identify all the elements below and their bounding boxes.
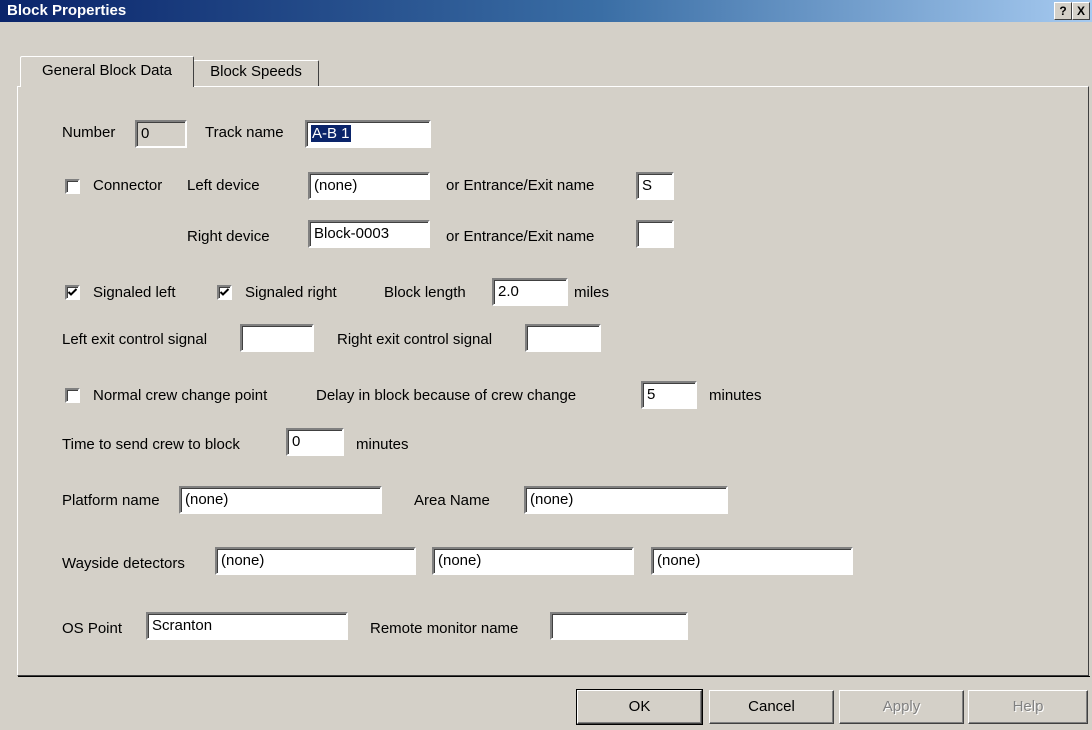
crew-delay-input[interactable]: 5	[641, 381, 697, 409]
number-field: 0	[135, 120, 187, 148]
close-icon[interactable]: X	[1072, 2, 1090, 20]
block-length-input[interactable]: 2.0	[492, 278, 568, 306]
window-title: Block Properties	[7, 2, 127, 19]
help-button-label: Help	[1012, 698, 1044, 715]
right-device-input[interactable]: Block-0003	[308, 220, 430, 248]
wayside-detectors-label: Wayside detectors	[62, 555, 185, 572]
left-exit-signal-input[interactable]	[240, 324, 314, 352]
track-name-input[interactable]: A-B 1	[305, 120, 431, 148]
ok-button[interactable]: OK	[576, 689, 703, 725]
remote-monitor-label: Remote monitor name	[370, 620, 519, 637]
remote-monitor-input[interactable]	[550, 612, 688, 640]
os-point-input[interactable]: Scranton	[146, 612, 348, 640]
checkmark-icon	[219, 288, 230, 296]
crew-delay-label: Delay in block because of crew change	[316, 387, 577, 404]
connector-checkbox[interactable]	[65, 179, 80, 194]
checkmark-icon	[67, 288, 78, 296]
help-icon[interactable]: ?	[1054, 2, 1072, 20]
track-name-label: Track name	[205, 124, 284, 141]
wayside-detector-3-input[interactable]: (none)	[651, 547, 853, 575]
title-bar[interactable]: Block Properties ? X	[0, 0, 1092, 22]
wayside-detector-2-input[interactable]: (none)	[432, 547, 634, 575]
send-crew-label: Time to send crew to block	[62, 436, 240, 453]
signaled-right-checkbox[interactable]	[217, 285, 232, 300]
signaled-right-label: Signaled right	[245, 284, 337, 301]
number-label: Number	[62, 124, 116, 141]
track-name-value: A-B 1	[311, 125, 351, 142]
panel-shadow	[18, 676, 1090, 677]
crew-change-label: Normal crew change point	[93, 387, 268, 404]
left-exit-signal-label: Left exit control signal	[62, 331, 208, 348]
left-entrance-label: or Entrance/Exit name	[446, 177, 595, 194]
right-exit-signal-label: Right exit control signal	[337, 331, 493, 348]
tab-panel	[17, 86, 1089, 676]
platform-name-label: Platform name	[62, 492, 160, 509]
tab-block-speeds[interactable]: Block Speeds	[193, 60, 319, 86]
crew-change-checkbox[interactable]	[65, 388, 80, 403]
signaled-left-label: Signaled left	[93, 284, 176, 301]
wayside-detector-1-input[interactable]: (none)	[215, 547, 416, 575]
os-point-label: OS Point	[62, 620, 123, 637]
right-exit-signal-input[interactable]	[525, 324, 601, 352]
left-device-label: Left device	[187, 177, 260, 194]
left-device-input[interactable]: (none)	[308, 172, 430, 200]
signaled-left-checkbox[interactable]	[65, 285, 80, 300]
help-button[interactable]: Help	[968, 690, 1088, 724]
apply-button-label: Apply	[882, 698, 921, 715]
area-name-input[interactable]: (none)	[524, 486, 728, 514]
area-name-label: Area Name	[414, 492, 490, 509]
platform-name-input[interactable]: (none)	[179, 486, 382, 514]
block-length-label: Block length	[384, 284, 466, 301]
right-entrance-input[interactable]	[636, 220, 674, 248]
apply-button[interactable]: Apply	[839, 690, 964, 724]
right-device-label: Right device	[187, 228, 270, 245]
left-entrance-input[interactable]: S	[636, 172, 674, 200]
crew-delay-unit: minutes	[709, 387, 762, 404]
right-entrance-label: or Entrance/Exit name	[446, 228, 595, 245]
connector-label: Connector	[93, 177, 163, 194]
send-crew-input[interactable]: 0	[286, 428, 344, 456]
send-crew-unit: minutes	[356, 436, 409, 453]
block-length-unit: miles	[574, 284, 610, 301]
cancel-button[interactable]: Cancel	[709, 690, 834, 724]
tab-general-block-data[interactable]: General Block Data	[20, 56, 194, 87]
